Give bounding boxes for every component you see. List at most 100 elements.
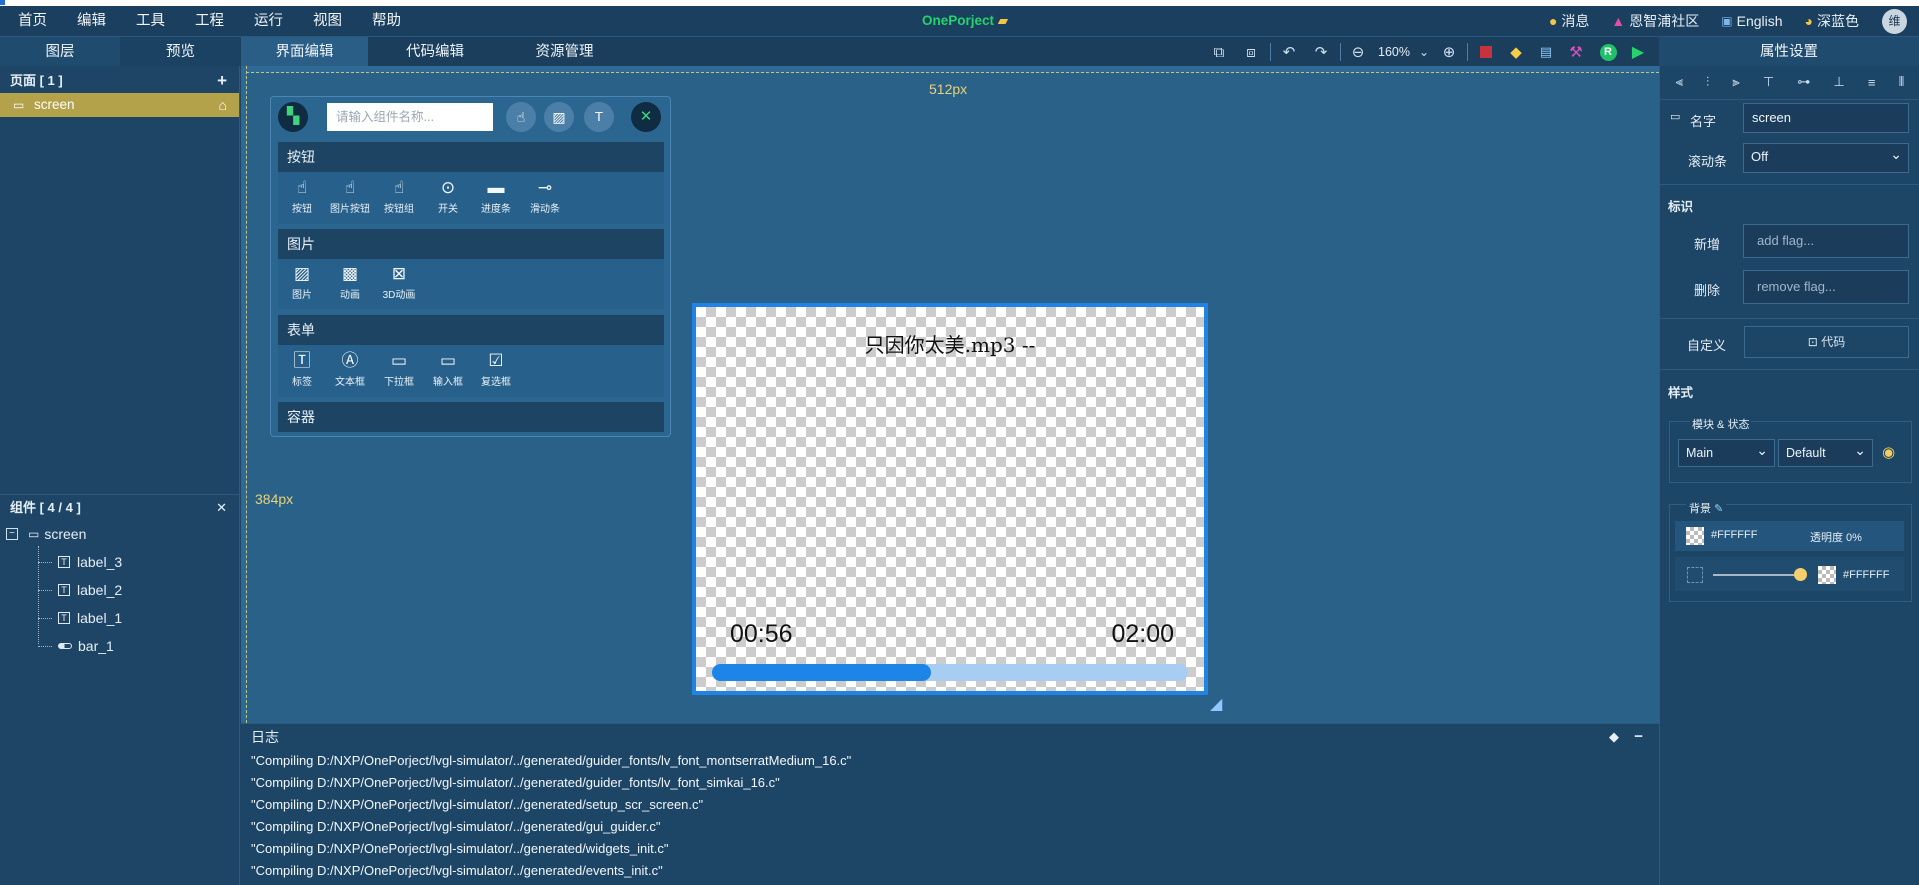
song-title-label[interactable]: 只因你太美.mp3 -- xyxy=(696,329,1204,358)
palette-animation[interactable]: ▩ 动画 xyxy=(326,263,374,301)
code-button[interactable]: ⊡ 代码 xyxy=(1744,326,1909,358)
section-buttons[interactable]: 按钮 xyxy=(278,142,664,172)
language-switch[interactable]: ▣ English xyxy=(1721,13,1782,29)
section-buttons-body: ☝ 按钮 ☝ 图片按钮 ☝ 按钮组 ⊙ 开关 ▬ 进度条 ⊸ 滑动条 xyxy=(278,172,664,224)
redo-icon[interactable]: ↷ xyxy=(1310,42,1332,62)
tab-preview[interactable]: 预览 xyxy=(120,37,241,67)
menu-tools[interactable]: 工具 xyxy=(121,6,180,36)
scrollbar-select[interactable]: Off xyxy=(1743,141,1909,173)
tab-layers[interactable]: 图层 xyxy=(0,37,120,67)
align-left-icon[interactable]: ⫷ xyxy=(1676,74,1683,90)
home-icon[interactable]: ⌂ xyxy=(219,93,227,117)
add-flag-input[interactable]: add flag... xyxy=(1743,224,1909,258)
palette-checkbox[interactable]: ☑ 复选框 xyxy=(472,350,520,388)
menu-help[interactable]: 帮助 xyxy=(357,6,416,36)
tree-item-bar-1[interactable]: bar_1 xyxy=(38,634,114,658)
section-forms[interactable]: 表单 xyxy=(278,315,664,345)
widgets-grid-icon[interactable]: ▚ xyxy=(278,102,308,132)
minimize-icon[interactable]: − xyxy=(1634,724,1643,750)
component-search-input[interactable]: 请输入组件名称... xyxy=(327,103,493,131)
stop-icon[interactable] xyxy=(1475,42,1497,62)
palette-image-button[interactable]: ☝ 图片按钮 xyxy=(326,177,374,215)
align-top-icon[interactable]: ⊤ xyxy=(1763,74,1774,90)
elapsed-time-label[interactable]: 00:56 xyxy=(730,620,793,649)
bg-color-value: #FFFFFF xyxy=(1711,529,1758,541)
align-bottom-icon[interactable]: ⊥ xyxy=(1833,74,1844,90)
run-r-icon[interactable]: R xyxy=(1597,42,1619,62)
remove-flag-input[interactable]: remove flag... xyxy=(1743,270,1909,304)
avatar[interactable]: 维 xyxy=(1882,9,1907,34)
zoom-out-icon[interactable]: ⊖ xyxy=(1347,42,1369,62)
add-page-icon[interactable]: + xyxy=(217,69,227,93)
bring-front-icon[interactable]: ⧉ xyxy=(1208,42,1230,62)
collapse-icon[interactable]: ✕ xyxy=(216,496,227,520)
clear-log-icon[interactable]: ◆ xyxy=(1609,724,1619,750)
distribute-h-icon[interactable]: ≡ xyxy=(1868,75,1876,90)
section-containers[interactable]: 容器 xyxy=(278,402,664,432)
tab-resources[interactable]: 资源管理 xyxy=(502,37,627,67)
eraser-icon[interactable]: ◆ xyxy=(1505,42,1527,62)
tab-properties[interactable]: 属性设置 xyxy=(1659,37,1919,67)
undo-icon[interactable]: ↶ xyxy=(1278,42,1300,62)
total-time-label[interactable]: 02:00 xyxy=(1111,620,1174,649)
code-file-icon[interactable]: ▤ xyxy=(1535,42,1557,62)
send-back-icon[interactable]: ⧈ xyxy=(1240,42,1262,62)
resize-handle-icon[interactable]: ◢ xyxy=(1210,694,1230,714)
menu-project[interactable]: 工程 xyxy=(180,6,239,36)
palette-textarea[interactable]: Ⓐ 文本框 xyxy=(326,350,374,388)
menu-edit[interactable]: 编辑 xyxy=(62,6,121,36)
bg-grad-swatch[interactable] xyxy=(1818,566,1836,584)
palette-3d-animation[interactable]: ⊠ 3D动画 xyxy=(375,263,423,301)
tree-item-label-3[interactable]: Tlabel_3 xyxy=(38,550,122,574)
screen-preview[interactable]: 只因你太美.mp3 -- 00:56 02:00 xyxy=(692,303,1208,695)
palette-slider[interactable]: ⊸ 滑动条 xyxy=(521,177,569,215)
palette-input[interactable]: ▭ 输入框 xyxy=(424,350,472,388)
palette-button[interactable]: ☝ 按钮 xyxy=(278,177,326,215)
tree-item-label-2[interactable]: Tlabel_2 xyxy=(38,578,122,602)
gradient-icon[interactable] xyxy=(1687,567,1703,583)
button-filter-icon[interactable]: ☝ xyxy=(506,102,536,132)
tree-root-screen[interactable]: − ▭ screen xyxy=(6,522,86,546)
zoom-in-icon[interactable]: ⊕ xyxy=(1438,42,1460,62)
play-icon[interactable]: ▶ xyxy=(1627,42,1649,62)
align-middle-icon[interactable]: ⊶ xyxy=(1797,74,1810,90)
gradient-slider-handle[interactable] xyxy=(1794,568,1807,581)
progress-bar[interactable] xyxy=(712,664,1188,681)
section-images[interactable]: 图片 xyxy=(278,229,664,259)
menu-view[interactable]: 视图 xyxy=(298,6,357,36)
brush-icon[interactable]: ✎ xyxy=(1714,503,1723,515)
tab-bar: 图层 预览 界面编辑 代码编辑 资源管理 ⧉ ⧈ ↶ ↷ ⊖ 160% ⌄ ⊕ … xyxy=(0,36,1919,67)
gradient-slider-track[interactable] xyxy=(1713,574,1795,576)
hammer-icon[interactable]: ⚒ xyxy=(1565,42,1587,62)
palette-button-group[interactable]: ☝ 按钮组 xyxy=(375,177,423,215)
community-link[interactable]: ▲ 恩智浦社区 xyxy=(1611,11,1699,31)
palette-image[interactable]: ▨ 图片 xyxy=(278,263,326,301)
flag-section-title: 标识 xyxy=(1668,200,1694,214)
collapse-tree-icon[interactable]: − xyxy=(6,528,18,540)
eye-icon[interactable]: ◉ xyxy=(1882,443,1895,461)
tab-ui-edit[interactable]: 界面编辑 xyxy=(241,37,368,67)
collapse-palette-icon[interactable]: ✕ xyxy=(631,102,661,132)
state-select[interactable]: Default xyxy=(1778,437,1873,467)
palette-dropdown[interactable]: ▭ 下拉框 xyxy=(375,350,423,388)
name-field[interactable]: screen xyxy=(1743,103,1909,133)
distribute-v-icon[interactable]: ⦀ xyxy=(1899,74,1905,90)
menu-run[interactable]: 运行 xyxy=(239,6,298,36)
messages-button[interactable]: ● 消息 xyxy=(1549,11,1589,31)
zoom-level[interactable]: 160% xyxy=(1378,43,1410,61)
palette-label[interactable]: 🅃 标签 xyxy=(278,350,326,388)
menu-home[interactable]: 首页 xyxy=(3,6,62,36)
align-right-icon[interactable]: ⫸ xyxy=(1732,74,1739,90)
image-filter-icon[interactable]: ▨ xyxy=(544,102,574,132)
align-center-h-icon[interactable]: ⫶ xyxy=(1706,74,1709,90)
palette-switch[interactable]: ⊙ 开关 xyxy=(424,177,472,215)
palette-progress-bar[interactable]: ▬ 进度条 xyxy=(472,177,520,215)
text-filter-icon[interactable]: T xyxy=(584,102,614,132)
theme-switch[interactable]: ◕ 深蓝色 xyxy=(1805,11,1859,31)
chevron-down-icon[interactable]: ⌄ xyxy=(1413,42,1435,62)
tab-code-edit[interactable]: 代码编辑 xyxy=(368,37,502,67)
bg-color-swatch[interactable] xyxy=(1686,527,1704,545)
page-item-screen[interactable]: ▭ screen ⌂ xyxy=(0,93,239,117)
tree-item-label-1[interactable]: Tlabel_1 xyxy=(38,606,122,630)
part-select[interactable]: Main xyxy=(1678,437,1775,467)
